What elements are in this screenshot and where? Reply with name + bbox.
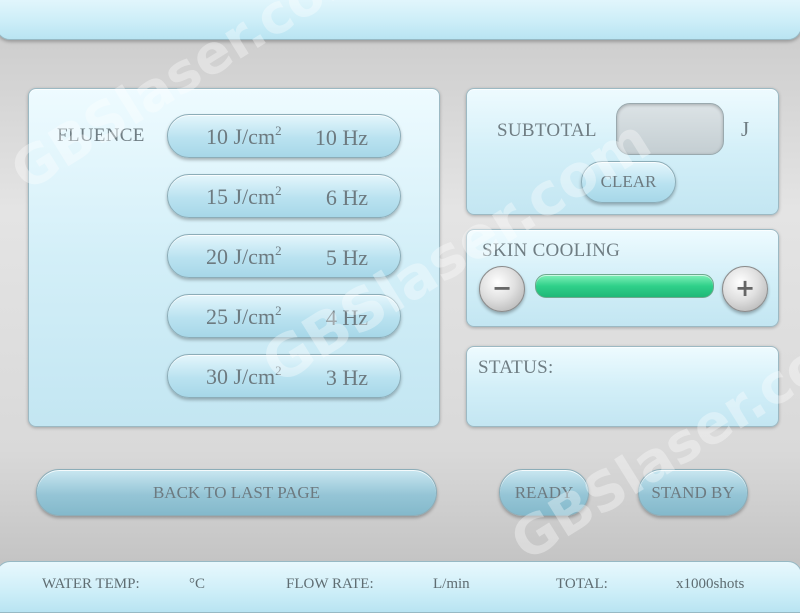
stand-by-button[interactable]: STAND BY: [638, 469, 748, 516]
fluence-label: FLUENCE: [57, 125, 145, 146]
subtotal-panel: SUBTOTAL J CLEAR: [466, 88, 779, 215]
total-label: TOTAL:: [556, 576, 608, 592]
fluence-energy: 30 J/cm2: [206, 363, 282, 389]
water-temp-label: WATER TEMP:: [42, 576, 140, 592]
cooling-increase-button[interactable]: +: [722, 266, 768, 312]
flow-rate-label: FLOW RATE:: [286, 576, 374, 592]
fluence-option-10[interactable]: 10 J/cm2 10 Hz: [167, 114, 401, 158]
plus-icon: +: [734, 274, 756, 302]
fluence-option-30[interactable]: 30 J/cm2 3 Hz: [167, 354, 401, 398]
fluence-energy: 20 J/cm2: [206, 243, 282, 269]
status-panel: STATUS:: [466, 346, 779, 427]
fluence-frequency: 4 Hz: [325, 305, 368, 330]
fluence-panel: FLUENCE 10 J/cm2 10 Hz 15 J/cm2 6 Hz 20 …: [28, 88, 440, 427]
subtotal-display: [616, 103, 724, 155]
subtotal-unit: J: [741, 117, 750, 141]
skin-cooling-panel: SKIN COOLING − +: [466, 229, 779, 327]
ready-button[interactable]: READY: [499, 469, 589, 516]
fluence-frequency: 3 Hz: [325, 365, 368, 390]
fluence-frequency: 6 Hz: [325, 185, 368, 210]
minus-icon: −: [491, 274, 513, 302]
footer-bar: WATER TEMP: °C FLOW RATE: L/min TOTAL: x…: [0, 561, 800, 613]
flow-rate-unit: L/min: [433, 576, 470, 592]
water-temp-unit: °C: [189, 576, 206, 592]
fluence-option-15[interactable]: 15 J/cm2 6 Hz: [167, 174, 401, 218]
fluence-option-25[interactable]: 25 J/cm2 4 Hz: [167, 294, 401, 338]
cooling-decrease-button[interactable]: −: [479, 266, 525, 312]
status-label: STATUS:: [478, 357, 554, 378]
clear-button[interactable]: CLEAR: [581, 161, 676, 203]
skin-cooling-label: SKIN COOLING: [482, 240, 621, 261]
cooling-level-bar: [535, 274, 714, 298]
total-unit: x1000shots: [676, 576, 745, 592]
fluence-frequency: 10 Hz: [314, 125, 368, 150]
fluence-energy: 10 J/cm2: [206, 123, 282, 149]
watermark: GBSlaser.com: [500, 301, 800, 574]
subtotal-label: SUBTOTAL: [497, 120, 597, 141]
fluence-energy: 15 J/cm2: [206, 183, 282, 209]
fluence-option-20[interactable]: 20 J/cm2 5 Hz: [167, 234, 401, 278]
fluence-energy: 25 J/cm2: [206, 303, 282, 329]
back-to-last-page-button[interactable]: BACK TO LAST PAGE: [36, 469, 437, 516]
fluence-frequency: 5 Hz: [325, 245, 368, 270]
top-bar: [0, 0, 800, 40]
